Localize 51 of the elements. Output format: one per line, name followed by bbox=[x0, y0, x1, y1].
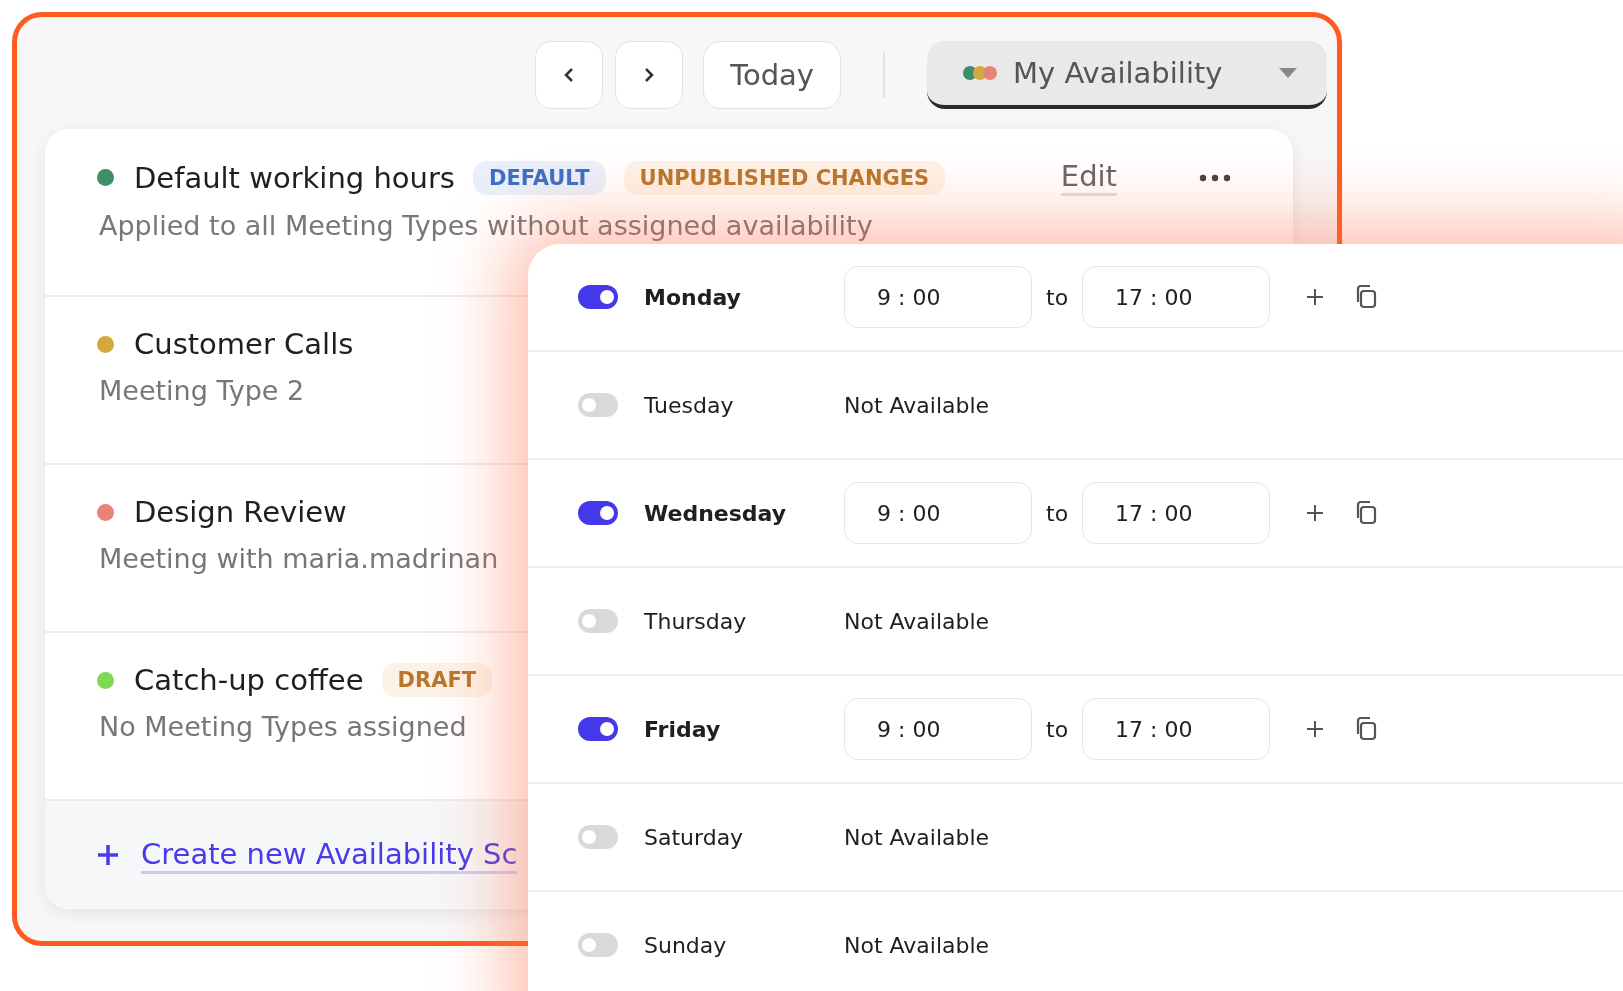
plus-icon bbox=[97, 844, 119, 866]
day-toggle[interactable] bbox=[578, 609, 618, 633]
schedule-description: Meeting with maria.madrinan bbox=[98, 543, 499, 574]
create-schedule-link[interactable]: Create new Availability Sc bbox=[141, 836, 518, 874]
end-time-field[interactable]: 17 : 00 bbox=[1082, 266, 1271, 328]
availability-status: Not Available bbox=[844, 608, 990, 634]
add-button[interactable] bbox=[1306, 288, 1325, 306]
status-badge: DEFAULT bbox=[472, 160, 606, 195]
schedule-title: Customer Calls bbox=[134, 327, 354, 361]
day-label: Friday bbox=[644, 716, 722, 742]
colored-dots-icon bbox=[961, 64, 999, 82]
day-label: Thursday bbox=[644, 608, 748, 634]
schedule-title: Default working hours bbox=[134, 160, 455, 195]
day-label: Sunday bbox=[644, 932, 728, 958]
add-button[interactable] bbox=[1306, 720, 1325, 738]
copy-button[interactable] bbox=[1354, 284, 1379, 310]
start-time-field[interactable]: 9 : 00 bbox=[844, 698, 1032, 760]
day-toggle[interactable] bbox=[578, 933, 618, 957]
status-badge: UNPUBLISHED CHANGES bbox=[623, 160, 946, 195]
status-badge: DRAFT bbox=[381, 663, 493, 697]
calendar-selector[interactable]: My Availability bbox=[927, 41, 1327, 109]
day-toggle[interactable] bbox=[578, 717, 618, 741]
copy-button[interactable] bbox=[1354, 500, 1379, 526]
today-button[interactable]: Today bbox=[703, 41, 841, 109]
caret-icon bbox=[1279, 68, 1297, 78]
day-toggle[interactable] bbox=[578, 501, 618, 525]
schedule-title: Catch-up coffee bbox=[134, 663, 364, 697]
edit-link[interactable]: Edit bbox=[1060, 159, 1117, 196]
add-button[interactable] bbox=[1306, 504, 1325, 522]
to-label: to bbox=[1046, 716, 1069, 742]
day-label: Monday bbox=[644, 284, 742, 310]
copy-button[interactable] bbox=[1354, 716, 1379, 742]
start-time-field[interactable]: 9 : 00 bbox=[844, 266, 1032, 328]
to-label: to bbox=[1046, 500, 1069, 526]
schedule-description: No Meeting Types assigned bbox=[98, 711, 467, 742]
availability-status: Not Available bbox=[844, 932, 990, 958]
end-time-field[interactable]: 17 : 00 bbox=[1082, 482, 1271, 544]
schedule-title: Design Review bbox=[134, 495, 347, 529]
day-toggle[interactable] bbox=[578, 285, 618, 309]
day-label: Wednesday bbox=[644, 500, 788, 526]
availability-status: Not Available bbox=[844, 392, 990, 418]
day-label: Saturday bbox=[644, 824, 745, 850]
start-time-field[interactable]: 9 : 00 bbox=[844, 482, 1032, 544]
schedule-description: Meeting Type 2 bbox=[98, 375, 305, 406]
day-label: Tuesday bbox=[644, 392, 735, 418]
end-time-field[interactable]: 17 : 00 bbox=[1082, 698, 1271, 760]
availability-status: Not Available bbox=[844, 824, 990, 850]
to-label: to bbox=[1046, 284, 1069, 310]
day-toggle[interactable] bbox=[578, 393, 618, 417]
day-toggle[interactable] bbox=[578, 825, 618, 849]
schedule-description: Applied to all Meeting Types without assigned availability bbox=[98, 210, 873, 241]
